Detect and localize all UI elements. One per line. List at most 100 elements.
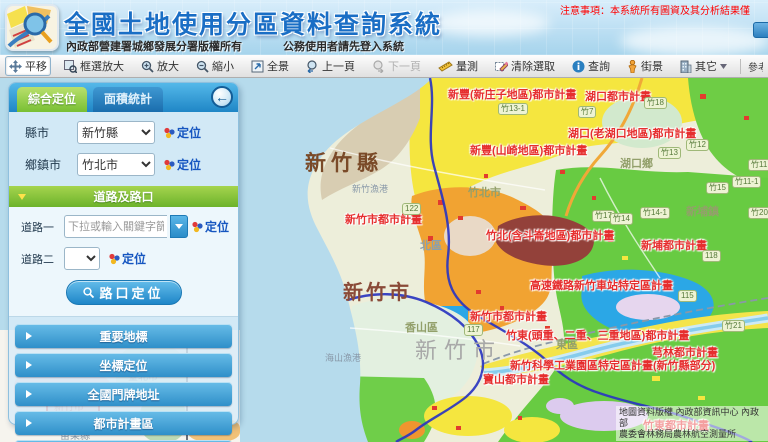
road1-input[interactable]: [64, 215, 167, 238]
place-label: 海山漁港: [325, 351, 361, 364]
clear-selection-icon: [495, 60, 508, 73]
place-label: 北區: [420, 237, 442, 253]
measure-button[interactable]: 量測: [434, 56, 482, 76]
road1-dropdown-button[interactable]: [170, 215, 188, 238]
toolbar-label: 量測: [456, 58, 478, 74]
road-shield: 122: [402, 203, 421, 215]
town-row: 鄉鎮市 竹北市 定位: [9, 144, 238, 176]
road2-locate-button[interactable]: 定位: [108, 250, 146, 267]
road-shield: 竹11-1: [732, 176, 761, 188]
zoom-out-button[interactable]: 縮小: [192, 56, 238, 76]
expand-arrow-icon: [26, 390, 32, 398]
toolbar-label: 框選放大: [80, 58, 124, 74]
intersection-locate-button[interactable]: 路口定位: [66, 280, 182, 305]
plan-label: 湖口都市計畫: [585, 88, 651, 104]
accordion-label: 都市計畫區: [93, 415, 153, 432]
accordion-label: 坐標定位: [99, 357, 147, 374]
place-label-county: 新竹縣: [305, 147, 383, 177]
plan-label: 竹北(含斗崙地區)都市計畫: [486, 227, 614, 243]
section-collapse-icon: [18, 194, 26, 200]
toolbar-label: 其它: [695, 58, 717, 74]
county-locate-button[interactable]: 定位: [163, 124, 201, 141]
toolbar-label: 全景: [267, 58, 289, 74]
attribution-line1: 地圖資料版權 內政部資訊中心 內政部: [619, 407, 765, 429]
road-section-header[interactable]: 道路及路口: [9, 186, 238, 207]
header-corner-button[interactable]: [753, 22, 768, 38]
intersection-button-label: 路口定位: [99, 283, 163, 302]
road-shield: 117: [464, 324, 483, 336]
more-tools-icon: [680, 60, 692, 73]
copyright-text: 內政部營建署城鄉發展分署版權所有: [66, 38, 242, 54]
previous-view-button[interactable]: 上一頁: [302, 56, 359, 76]
road-shield: 竹14: [610, 213, 633, 225]
pan-icon: [9, 60, 22, 73]
tab-integrated-locate[interactable]: 綜合定位: [17, 87, 87, 112]
toolbar-label: 縮小: [212, 58, 234, 74]
plan-label: 新埔都市計畫: [641, 237, 707, 253]
plan-label: 新竹市都市計畫: [470, 308, 547, 324]
road1-row: 道路一 定位: [14, 215, 233, 238]
toolbar-label: 街景: [641, 58, 663, 74]
full-extent-button[interactable]: 全景: [247, 56, 293, 76]
county-label: 縣市: [25, 124, 69, 141]
map-attribution: 地圖資料版權 內政部資訊中心 內政部 農委會林務局農林航空測量所: [616, 406, 768, 441]
zone-orange-small: [399, 421, 425, 439]
box-zoom-button[interactable]: 框選放大: [60, 56, 128, 76]
pan-button[interactable]: 平移: [5, 56, 51, 76]
tab-area-statistics[interactable]: 面積統計: [93, 87, 163, 112]
road2-select[interactable]: [64, 247, 100, 270]
zoom-out-icon: [196, 60, 209, 73]
toolbar-label: 放大: [157, 58, 179, 74]
expand-arrow-icon: [26, 419, 32, 427]
query-button[interactable]: 查詢: [568, 56, 614, 76]
road-shield: 竹21: [722, 320, 745, 332]
town-locate-button[interactable]: 定位: [163, 156, 201, 173]
street-view-button[interactable]: 街景: [623, 56, 667, 76]
locate-label: 定位: [177, 156, 201, 173]
toolbar-label: 上一頁: [322, 58, 355, 74]
county-select[interactable]: 新竹縣: [77, 121, 155, 144]
road2-row: 道路二 定位: [14, 247, 233, 270]
toolbar-label: 平移: [25, 58, 47, 74]
plan-label: 高速鐵路新竹車站特定區計畫: [530, 277, 673, 293]
accordion-address[interactable]: 全國門牌地址: [15, 382, 232, 406]
zoom-in-button[interactable]: 放大: [137, 56, 183, 76]
accordion-list: 重要地標 坐標定位 全國門牌地址 都市計畫區 國家公園 地籍: [9, 317, 238, 442]
road1-locate-button[interactable]: 定位: [191, 218, 229, 235]
collapse-panel-button[interactable]: ←: [211, 86, 233, 108]
road-shield: 竹20: [748, 207, 768, 219]
map-magnifier-logo-icon: [7, 6, 57, 49]
measure-ruler-icon: [438, 61, 453, 72]
road-shield: 118: [702, 250, 721, 262]
plan-label: 湖口(老湖口地區)都市計畫: [568, 125, 696, 141]
accordion-landmarks[interactable]: 重要地標: [15, 324, 232, 348]
locate-label: 定位: [205, 218, 229, 235]
cloud-decoration: [620, 26, 768, 55]
road-shield: 竹7: [578, 106, 596, 118]
road2-label: 道路二: [21, 251, 61, 267]
plan-label: 竹東(頭重、二重、三重地區)都市計畫: [506, 327, 689, 343]
toolbar-label: 清除選取: [511, 58, 555, 74]
chevron-down-icon: [175, 224, 183, 229]
accordion-coordinates[interactable]: 坐標定位: [15, 353, 232, 377]
chevron-down-icon: [720, 64, 727, 69]
town-select[interactable]: 竹北市: [77, 153, 155, 176]
box-zoom-icon: [64, 60, 77, 73]
place-label-city-gray: 新竹市: [415, 333, 502, 365]
next-view-button[interactable]: 下一頁: [368, 56, 425, 76]
zone-yellow-south2: [504, 417, 560, 442]
notice-text: 注意事項：本系統所有圖資及其分析結果僅: [560, 2, 768, 16]
zone-lavender-small: [546, 398, 574, 414]
more-tools-button[interactable]: 其它: [676, 56, 731, 76]
login-hint-text: 公務使用者請先登入系統: [283, 38, 404, 54]
attribution-line2: 農委會林務局農林航空測量所: [619, 429, 765, 440]
accordion-urban-plan[interactable]: 都市計畫區: [15, 411, 232, 435]
clear-selection-button[interactable]: 清除選取: [491, 56, 559, 76]
place-label: 新竹漁港: [352, 182, 388, 195]
reference-scale-text: 參考比例尺=1: [740, 59, 763, 74]
locate-icon: [163, 127, 175, 139]
town-label: 鄉鎮市: [25, 156, 69, 173]
toolbar-label: 查詢: [588, 58, 610, 74]
place-label-city: 新竹市: [343, 276, 412, 305]
road-shield: 竹11: [748, 159, 768, 171]
